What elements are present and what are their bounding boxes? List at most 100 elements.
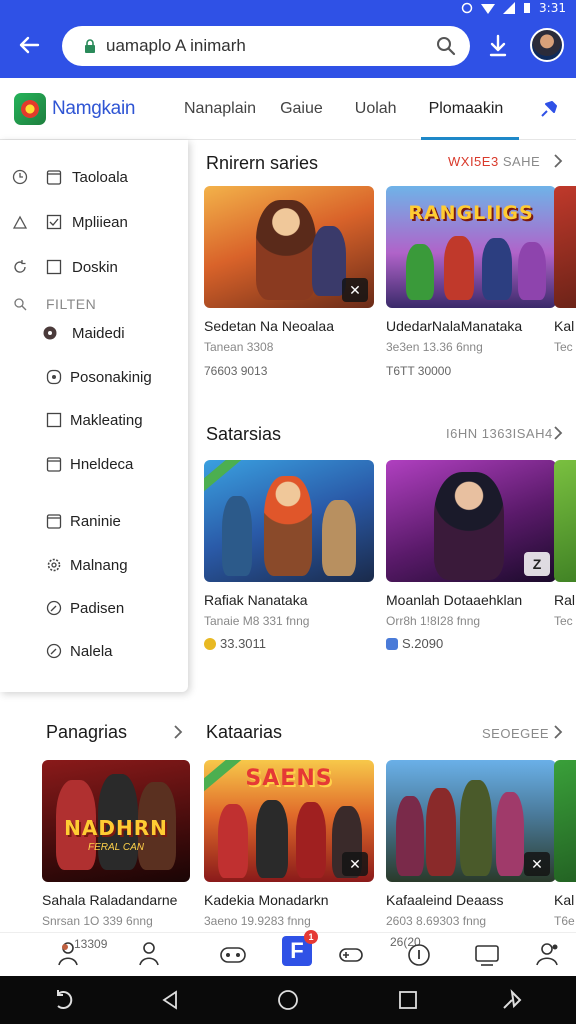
controller-nav-icon[interactable] — [336, 939, 366, 969]
tools-icon: ✕ — [342, 852, 368, 876]
game-thumbnail: SAENS ✕ — [204, 760, 374, 882]
system-navigation-bar — [0, 976, 576, 1024]
game-card[interactable]: ✕ Sedetan Na Neoalaa Tanean 3308 76603 9… — [204, 186, 374, 378]
section-1-meta-highlight: WXI5E3 — [448, 154, 499, 169]
game-subtitle: Snrsan 1O 339 6nng — [42, 914, 153, 928]
battery-icon — [524, 3, 531, 13]
person-icon — [12, 215, 28, 229]
tools-icon: ✕ — [342, 278, 368, 302]
game-price-value: S.2090 — [402, 636, 444, 651]
game-card[interactable]: Z Moanlah Dotaaehklan Orr8h 1!8I28 fnng … — [386, 460, 556, 651]
tablet-icon — [46, 514, 62, 529]
drawer-item[interactable]: Taoloala — [0, 162, 188, 192]
inbox-nav-icon[interactable] — [472, 939, 502, 969]
game-title: Moanlah Dotaaehklan — [386, 592, 523, 608]
drawer-item[interactable]: Doskin — [0, 252, 188, 282]
account-nav-icon[interactable] — [532, 939, 562, 969]
drawer-filter-item[interactable]: Raninie — [0, 506, 188, 536]
square-icon — [46, 412, 62, 428]
game-card[interactable]: ✕ Kafaaleind Deaass 2603 8.69303 fnng — [386, 760, 556, 928]
back-button[interactable] — [14, 30, 44, 60]
game-price: 33.3011 — [204, 636, 374, 651]
section-3-title: Panagrias — [46, 722, 128, 742]
game-card[interactable]: SAENS ✕ Kadekia Monadarkn 3aeno 19.9283 … — [204, 760, 374, 928]
drawer-filter-item[interactable]: Malnang — [0, 550, 188, 580]
drawer-filter-item[interactable]: Padisen — [0, 593, 188, 623]
game-title: Sahala Raladandarne — [42, 892, 178, 908]
game-card[interactable]: RANGLIIGS UdedarNalaManataka 3e3en 13.36… — [386, 186, 556, 378]
section-3-chevron-right-icon[interactable] — [172, 724, 184, 740]
game-subtitle: 3e3en 13.36 6nng — [386, 340, 483, 354]
drawer-item-label: Doskin — [72, 258, 118, 276]
system-back-icon[interactable] — [52, 988, 76, 1012]
download-icon[interactable] — [484, 32, 512, 60]
category-tabs: Nanaplain Gaiue Uolah Plomaakin — [172, 78, 519, 140]
drawer-item[interactable]: Mpliiean — [0, 207, 188, 237]
gear-icon — [47, 558, 61, 572]
tab-nanaplain[interactable]: Nanaplain — [172, 78, 268, 140]
tablet-icon — [46, 457, 62, 472]
tab-uolah[interactable]: Uolah — [335, 78, 417, 140]
side-drawer: Taoloala Mpliiean Doskin FILTEN Maidedi … — [0, 140, 188, 692]
game-card-partial[interactable]: Kal Tec — [554, 186, 576, 354]
url-bar[interactable] — [62, 26, 470, 66]
lock-icon — [85, 39, 95, 53]
ribbon-decoration — [204, 460, 243, 495]
section-1-meta: WXI5E3 SAHE — [448, 154, 540, 169]
app-logo[interactable] — [14, 93, 46, 125]
section-2-chevron-right-icon[interactable] — [552, 425, 564, 441]
drawer-filter-item[interactable]: Maidedi — [0, 318, 188, 348]
game-card-partial[interactable]: Kal T6e — [554, 760, 576, 928]
section-2-meta: I6HN 1363ISAH4 — [446, 426, 553, 441]
drawer-item-label: Mpliiean — [72, 213, 128, 231]
game-card-partial[interactable]: Ral Tec — [554, 460, 576, 628]
triangle-back-icon[interactable] — [158, 988, 182, 1012]
url-input[interactable] — [106, 36, 436, 56]
drawer-filter-item[interactable]: Makleating — [0, 405, 188, 435]
drawer-filter-label: Maidedi — [72, 324, 125, 342]
compass-icon — [46, 643, 62, 659]
refresh-icon — [14, 260, 26, 273]
game-thumbnail — [204, 460, 374, 582]
profile-avatar[interactable] — [530, 28, 564, 62]
drawer-filter-label: Makleating — [70, 411, 143, 429]
checkbox-icon — [46, 214, 62, 230]
game-art-title: SAENS — [245, 766, 333, 791]
drawer-filter-item[interactable]: Nalela — [0, 636, 188, 666]
game-title: Kal — [554, 892, 575, 908]
drawer-filter-label: Nalela — [70, 642, 113, 660]
profile-nav-icon[interactable] — [56, 939, 86, 969]
recents-square-icon[interactable] — [396, 988, 420, 1012]
clock-icon — [12, 169, 28, 185]
drawer-filter-item[interactable]: Posonakinig — [0, 362, 188, 392]
search-icon[interactable] — [436, 36, 456, 56]
person-nav-icon[interactable] — [134, 939, 164, 969]
feed-button[interactable]: F 1 — [282, 930, 318, 966]
slash-icon: Z — [524, 552, 550, 576]
game-thumbnail: NADHRN FERAL CAN — [42, 760, 190, 882]
tab-gaiue[interactable]: Gaiue — [268, 78, 335, 140]
drawer-filter-label: Padisen — [70, 599, 125, 617]
compass-icon — [46, 600, 62, 616]
game-card[interactable]: Rafiak Nanataka Tanaie M8 331 fnng 33.30… — [204, 460, 374, 651]
info-nav-icon[interactable] — [404, 939, 434, 969]
notification-badge: 1 — [304, 930, 318, 944]
assistant-icon[interactable] — [500, 988, 524, 1012]
section-2-title: Satarsias — [206, 424, 282, 444]
game-thumbnail: ✕ — [204, 186, 374, 308]
drawer-filter-item[interactable]: Hneldeca — [0, 449, 188, 479]
game-title: Rafiak Nanataka — [204, 592, 308, 608]
home-circle-icon[interactable] — [276, 988, 300, 1012]
game-subtitle: Tanean 3308 — [204, 340, 274, 354]
game-title: Sedetan Na Neoalaa — [204, 318, 334, 334]
game-thumbnail: Z — [386, 460, 556, 582]
game-title: Ral — [554, 592, 576, 608]
game-thumbnail — [554, 460, 576, 582]
gamepad-nav-icon[interactable] — [218, 939, 248, 969]
section-1-chevron-right-icon[interactable] — [552, 153, 564, 169]
pin-icon[interactable] — [538, 98, 560, 120]
section-4-chevron-right-icon[interactable] — [552, 724, 564, 740]
tablet-icon — [46, 170, 62, 185]
tab-plomaakin[interactable]: Plomaakin — [417, 78, 519, 140]
game-card[interactable]: NADHRN FERAL CAN Sahala Raladandarne Snr… — [42, 760, 190, 928]
